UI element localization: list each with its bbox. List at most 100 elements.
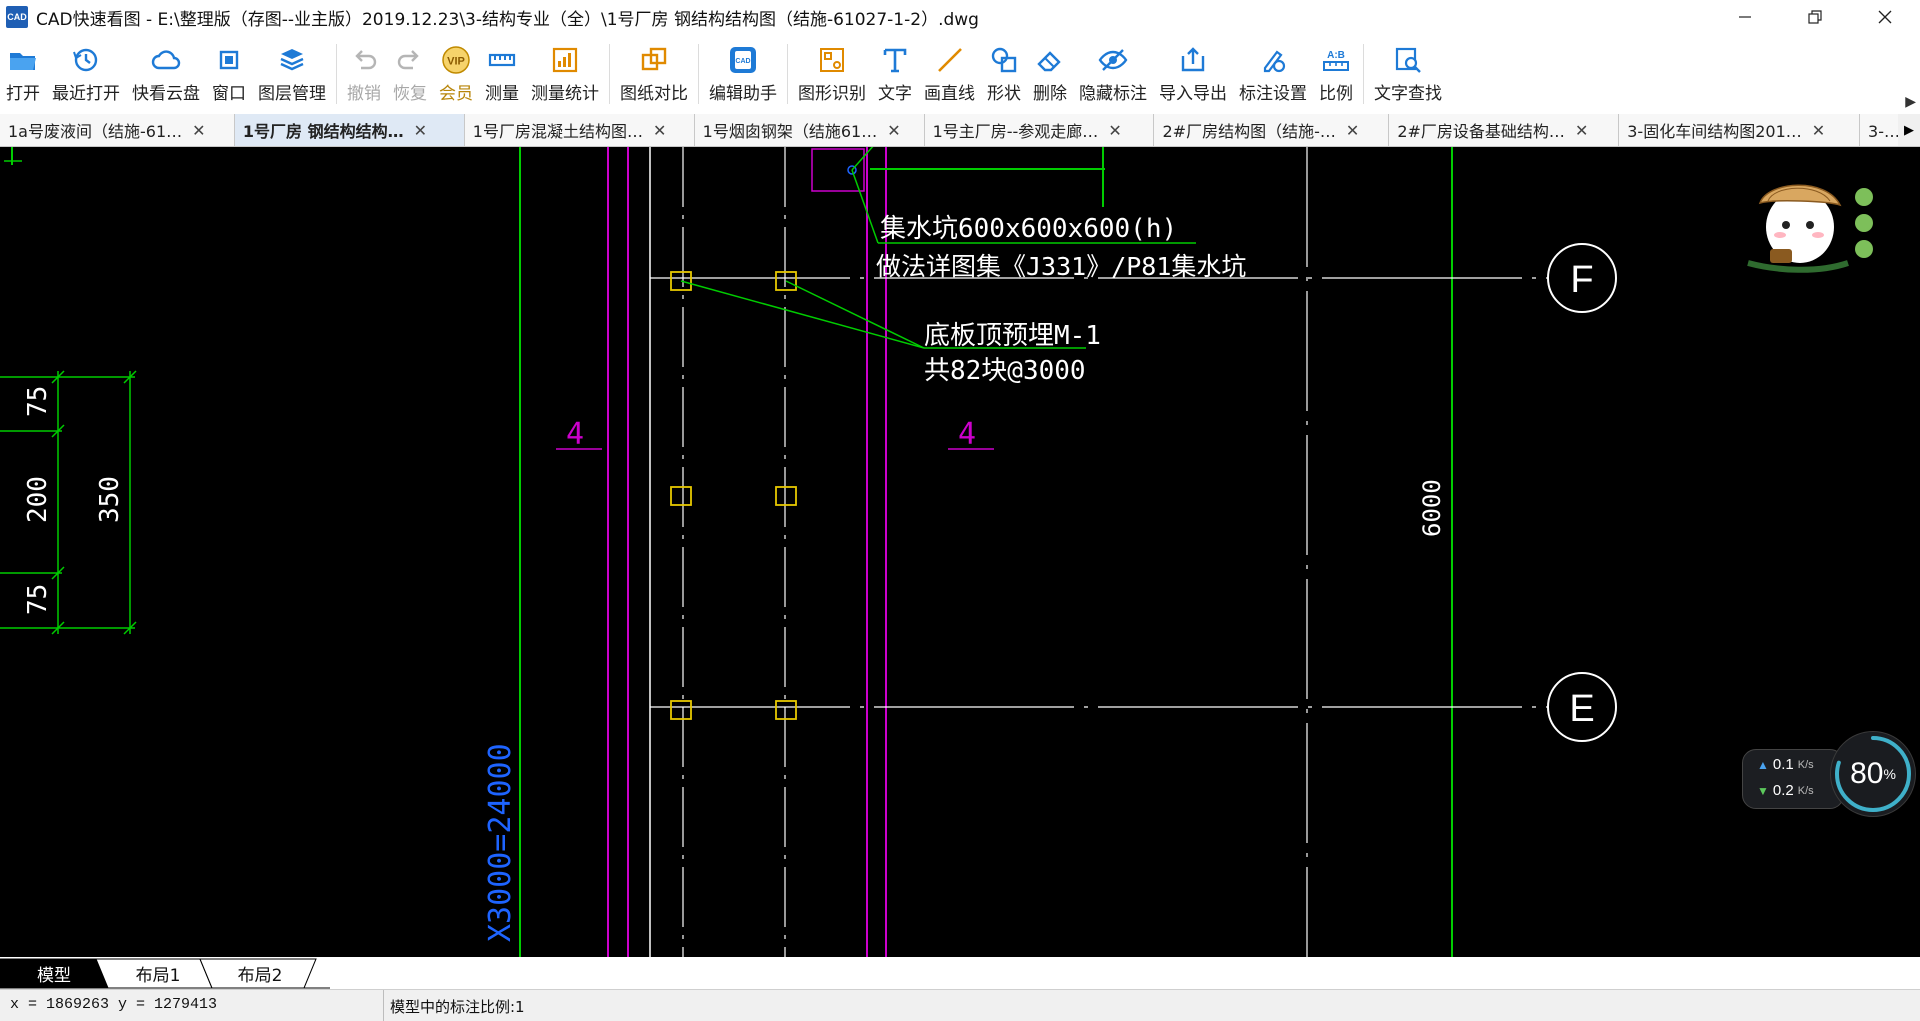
- annotation-settings-icon: [1263, 50, 1286, 73]
- svg-text:130: 130: [842, 147, 875, 150]
- layout-tab-model[interactable]: 模型: [0, 957, 108, 989]
- tab-close-icon[interactable]: ✕: [1812, 121, 1825, 140]
- window-controls: [1710, 0, 1920, 34]
- scale-button[interactable]: A:B 比例: [1313, 34, 1359, 114]
- scale-label: 比例: [1319, 84, 1353, 104]
- text-search-label: 文字查找: [1374, 84, 1442, 104]
- edit-assistant-button[interactable]: CAD 编辑助手: [703, 34, 783, 114]
- tab-close-icon[interactable]: ✕: [414, 121, 427, 140]
- shape-recognize-icon: [820, 48, 844, 72]
- shapes-icon: [991, 47, 1017, 73]
- draw-line-button[interactable]: 画直线: [918, 34, 981, 114]
- measure-stats-icon: [552, 47, 578, 73]
- document-tab[interactable]: 2#厂房结构图（结施-… ✕: [1154, 114, 1390, 146]
- document-tab[interactable]: 1号烟囱钢架（结施61… ✕: [694, 114, 925, 146]
- measure-stats-button[interactable]: 测量统计: [525, 34, 605, 114]
- measure-stats-label: 测量统计: [531, 84, 599, 104]
- measure-button[interactable]: 测量: [479, 34, 525, 114]
- dim-75-bottom: 75: [23, 584, 53, 615]
- recent-button[interactable]: 最近打开: [46, 34, 126, 114]
- toolbar-divider: [698, 44, 699, 104]
- dim-75-top: 75: [23, 386, 53, 417]
- window-title: CAD快速看图 - E:\整理版（存图--业主版）2019.12.23\3-结构…: [36, 9, 979, 30]
- document-tab[interactable]: 1号主厂房--参观走廊… ✕: [924, 114, 1155, 146]
- close-window-button[interactable]: [1850, 0, 1920, 34]
- tab-scroll-right-icon[interactable]: ▶: [1898, 114, 1920, 146]
- delete-button[interactable]: 删除: [1027, 34, 1073, 114]
- hide-annotation-label: 隐藏标注: [1079, 84, 1147, 104]
- toolbar-divider: [1363, 44, 1364, 104]
- annotation-settings-button[interactable]: 标注设置: [1233, 34, 1313, 114]
- tab-label: 3-固化车间结构图201…: [1627, 122, 1802, 141]
- undo-label: 撤销: [347, 84, 381, 104]
- minimize-button[interactable]: [1710, 0, 1780, 34]
- memory-usage-gauge: 80%: [1830, 731, 1916, 817]
- undo-button[interactable]: 撤销: [341, 34, 387, 114]
- drawing-canvas[interactable]: 130 集水坑600x600x600(h) 做法详图集《J331》/P81集水坑…: [0, 147, 1920, 957]
- dim-200: 200: [23, 476, 53, 523]
- plate-note-line1: 底板顶预埋M-1: [924, 321, 1101, 351]
- text-button[interactable]: 文字: [872, 34, 918, 114]
- text-search-icon: [1395, 47, 1421, 73]
- toolbar-divider: [787, 44, 788, 104]
- status-bar: x = 1869263 y = 1279413 模型中的标注比例:1: [0, 989, 1920, 1021]
- document-tabs: 1a号废液间（结施-61… ✕ 1号厂房 钢结构结构… ✕ 1号厂房混凝土结构图… ✕…: [0, 114, 1920, 147]
- restore-icon: [1808, 10, 1822, 24]
- cloud-drive-button[interactable]: 快看云盘: [126, 34, 206, 114]
- hide-annotation-button[interactable]: 隐藏标注: [1073, 34, 1153, 114]
- plate-note-line2: 共82块@3000: [924, 356, 1086, 386]
- eye-hide-icon: [1098, 49, 1128, 71]
- tab-label: 2#厂房设备基础结构…: [1397, 122, 1565, 141]
- document-tab[interactable]: 3-固化车间结构图201… ✕: [1619, 114, 1861, 146]
- redo-button[interactable]: 恢复: [387, 34, 433, 114]
- undo-icon: [355, 50, 377, 70]
- shape-recognize-button[interactable]: 图形识别: [792, 34, 872, 114]
- layer-manager-button[interactable]: 图层管理: [252, 34, 332, 114]
- compare-button[interactable]: 图纸对比: [614, 34, 694, 114]
- open-button[interactable]: 打开: [0, 34, 46, 114]
- text-search-button[interactable]: 文字查找: [1368, 34, 1448, 114]
- svg-text:CAD: CAD: [735, 58, 750, 65]
- cursor-coordinates: x = 1869263 y = 1279413: [10, 996, 218, 1013]
- toolbar-divider: [609, 44, 610, 104]
- layout-tab-layout1[interactable]: 布局1: [108, 957, 208, 989]
- tab-close-icon[interactable]: ✕: [192, 121, 205, 140]
- vip-button[interactable]: VIP 会员: [433, 34, 479, 114]
- window-button[interactable]: 窗口: [206, 34, 252, 114]
- restore-button[interactable]: [1780, 0, 1850, 34]
- edit-assistant-icon: CAD: [730, 47, 756, 73]
- import-export-button[interactable]: 导入导出: [1153, 34, 1233, 114]
- download-speed: ▼ 0.2 K/s: [1757, 782, 1814, 799]
- document-tab[interactable]: 1号厂房混凝土结构图… ✕: [464, 114, 695, 146]
- folder-open-icon: [10, 53, 36, 70]
- tab-close-icon[interactable]: ✕: [1108, 121, 1121, 140]
- svg-text:A:B: A:B: [1327, 50, 1345, 61]
- shapes-button[interactable]: 形状: [981, 34, 1027, 114]
- tab-close-icon[interactable]: ✕: [653, 121, 666, 140]
- document-tab[interactable]: 1a号废液间（结施-61… ✕: [0, 114, 235, 146]
- edit-assistant-label: 编辑助手: [709, 84, 777, 104]
- window-icon: [219, 50, 239, 70]
- network-monitor-widget[interactable]: ▲ 0.1 K/s ▼ 0.2 K/s 80%: [1742, 727, 1916, 827]
- toolbar-more-icon[interactable]: ▶: [1905, 94, 1916, 110]
- tab-close-icon[interactable]: ✕: [1346, 121, 1359, 140]
- delete-label: 删除: [1033, 84, 1067, 104]
- main-toolbar: 打开 最近打开 快看云盘 窗口 图层管理 撤销 恢复 VIP 会员 测量 测量统…: [0, 34, 1920, 115]
- tab-close-icon[interactable]: ✕: [887, 121, 900, 140]
- document-tab-active[interactable]: 1号厂房 钢结构结构… ✕: [234, 114, 465, 146]
- svg-text:VIP: VIP: [447, 56, 465, 68]
- layout-tab-layout2[interactable]: 布局2: [208, 957, 312, 989]
- document-tab[interactable]: 2#厂房设备基础结构… ✕: [1389, 114, 1620, 146]
- tab-close-icon[interactable]: ✕: [1575, 121, 1588, 140]
- section-mark: 4: [566, 417, 584, 452]
- mascot-widget[interactable]: [1740, 167, 1880, 287]
- redo-icon: [397, 50, 419, 70]
- import-export-label: 导入导出: [1159, 84, 1227, 104]
- text-label: 文字: [878, 84, 912, 104]
- cloud-icon: [151, 50, 181, 70]
- app-logo-icon: CAD: [6, 6, 28, 28]
- compare-label: 图纸对比: [620, 84, 688, 104]
- tab-label: 1a号废液间（结施-61…: [8, 122, 183, 141]
- layout-tabs: 模型 布局1 布局2: [0, 957, 1920, 989]
- tab-label: 1号厂房混凝土结构图…: [472, 122, 643, 141]
